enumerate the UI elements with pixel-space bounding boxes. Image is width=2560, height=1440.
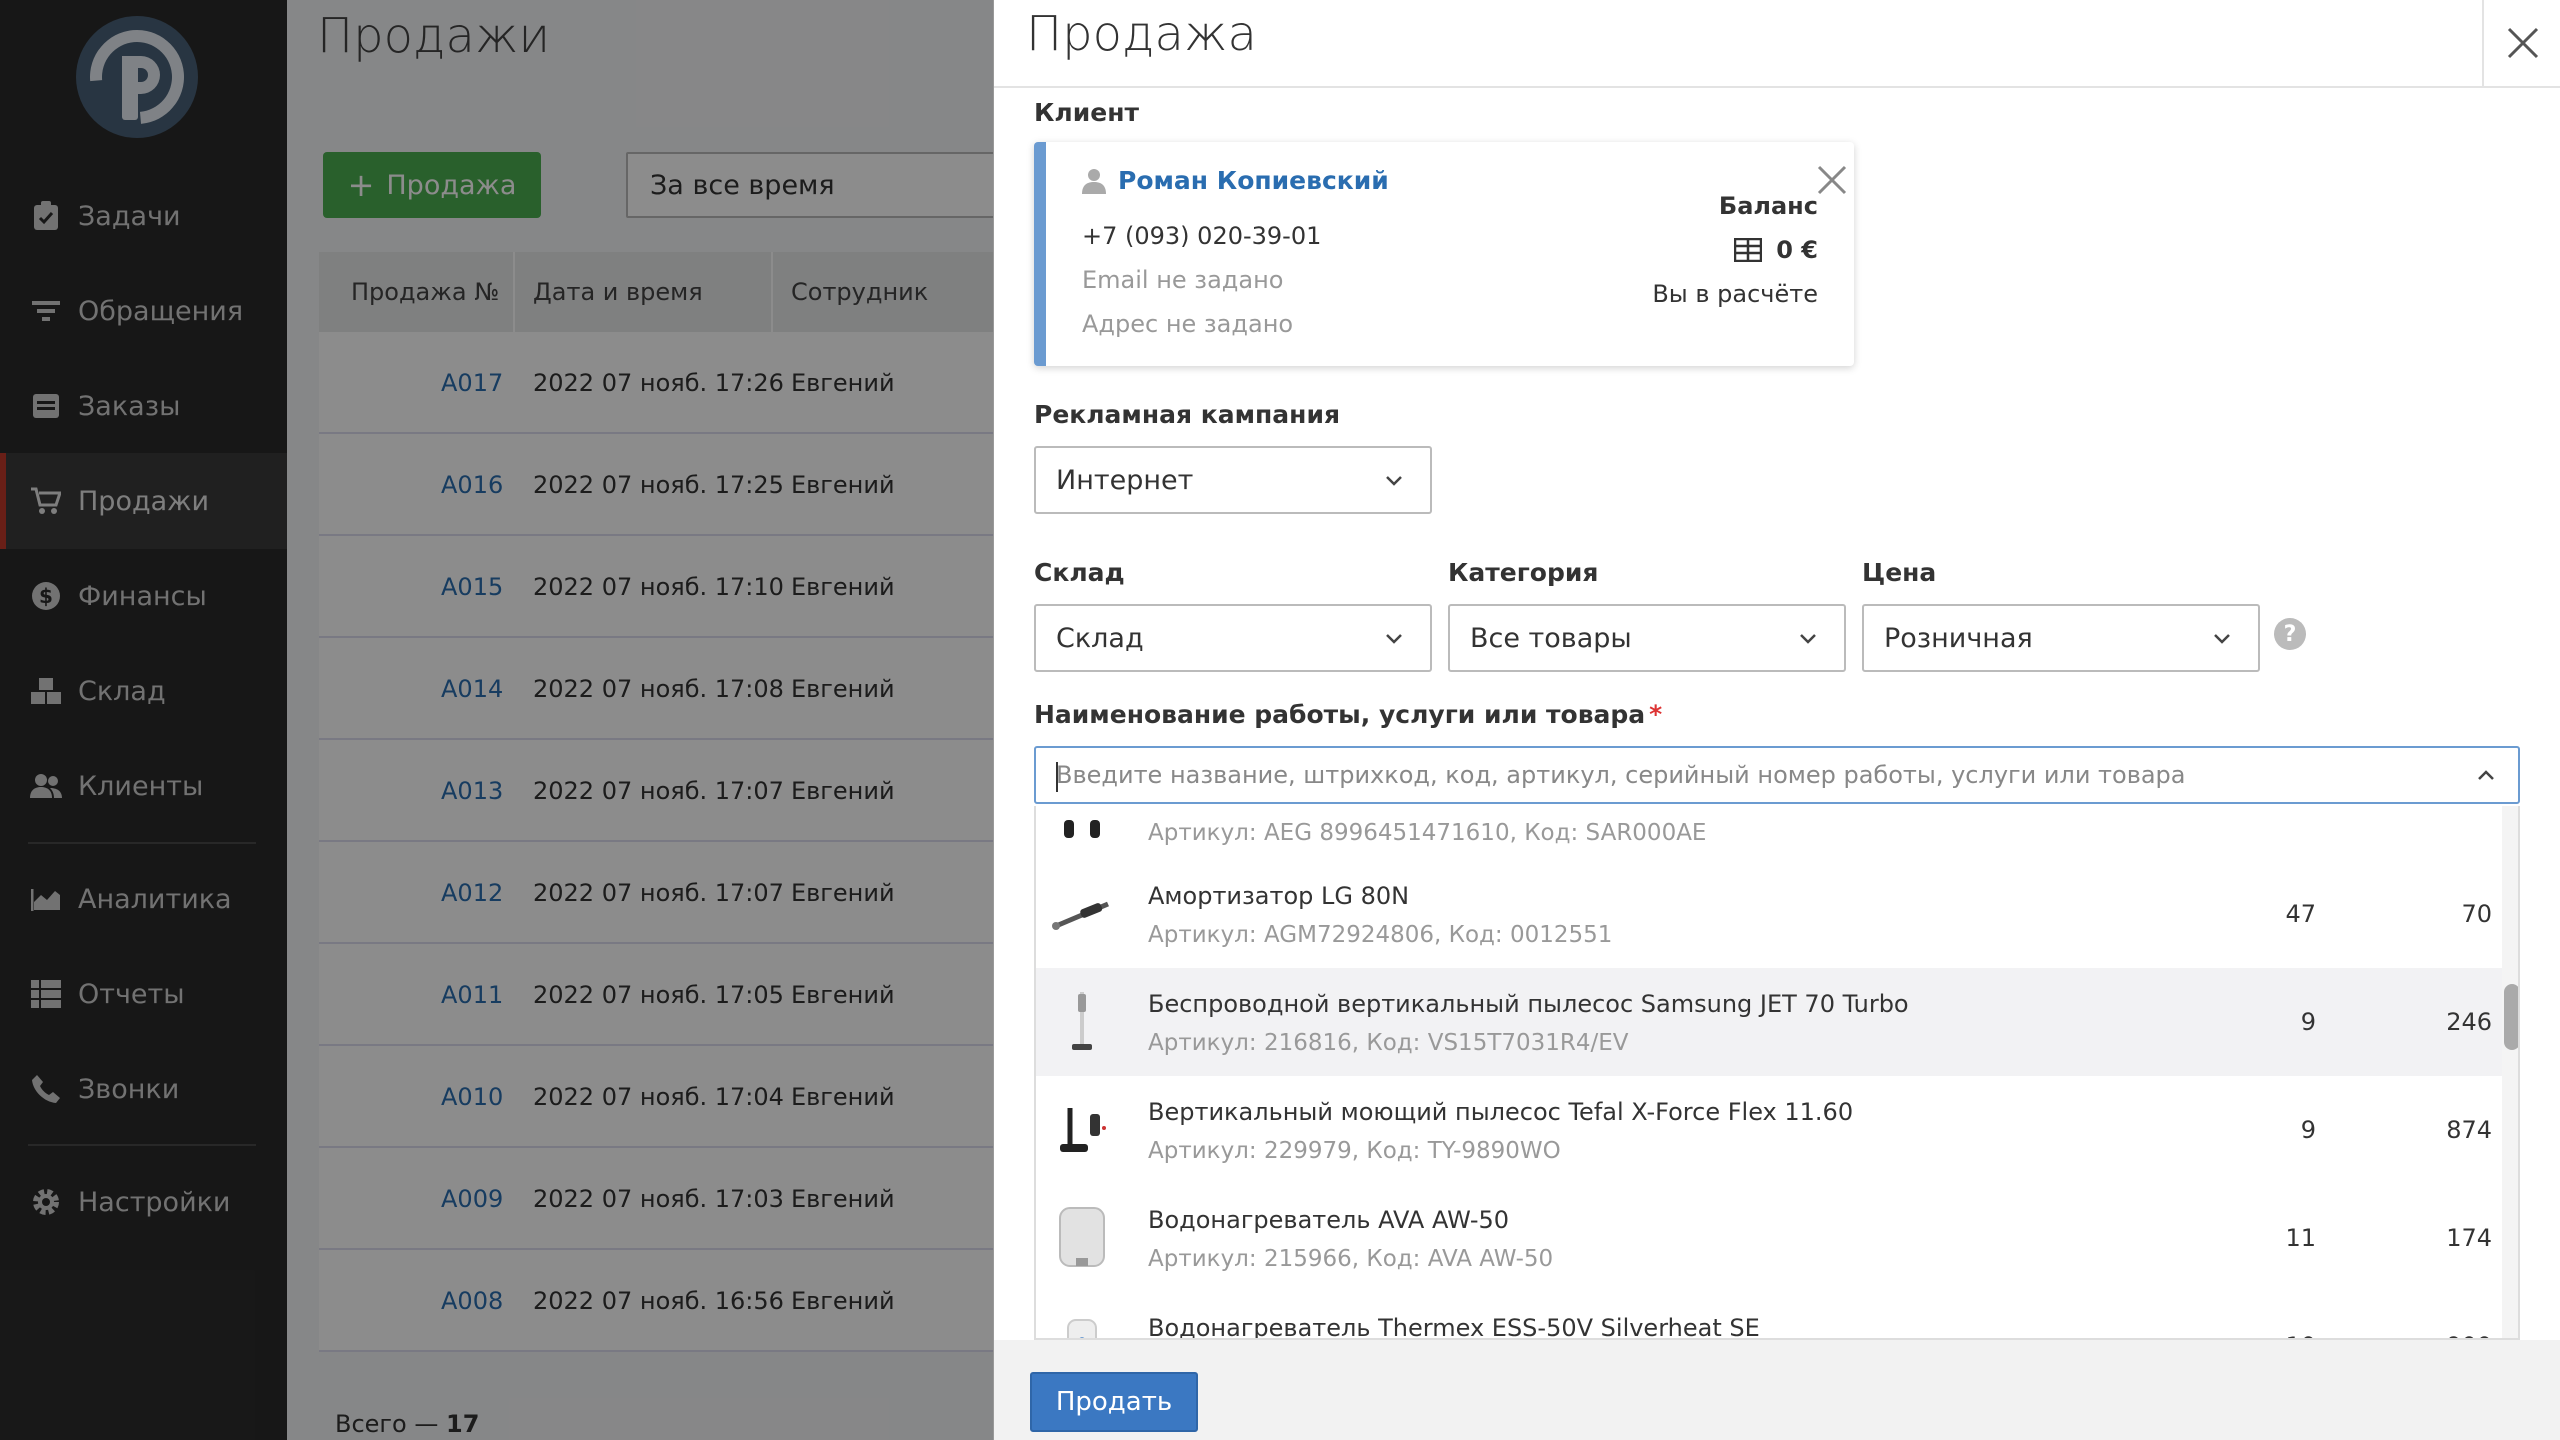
client-phone: +7 (093) 020-39-01 xyxy=(1082,222,1322,250)
client-name-link[interactable]: Роман Копиевский xyxy=(1082,166,1389,195)
chevron-down-icon xyxy=(1386,476,1402,486)
cash-icon xyxy=(1734,238,1763,262)
balance-value: 0 € xyxy=(1646,236,1818,264)
panel-footer: Продать xyxy=(994,1340,2560,1440)
list-item[interactable]: Водонагреватель Thermex ESS-50V Silverhe… xyxy=(1036,1292,2502,1340)
product-price: 174 xyxy=(2446,1224,2492,1252)
product-qty: 9 xyxy=(2300,1116,2316,1144)
close-panel-button[interactable] xyxy=(2482,0,2560,86)
sell-button[interactable]: Продать xyxy=(1030,1372,1198,1432)
dropdown-scrollbar[interactable] xyxy=(2502,806,2518,1338)
list-item[interactable]: Беспроводной вертикальный пылесос Samsun… xyxy=(1036,968,2502,1076)
product-price: 874 xyxy=(2446,1116,2492,1144)
water-heater-icon xyxy=(1050,1314,1114,1338)
user-icon xyxy=(1082,168,1106,194)
list-item[interactable]: Вертикальный моющий пылесос Tefal X-Forc… xyxy=(1036,1076,2502,1184)
category-label: Категория xyxy=(1448,558,1599,587)
help-icon[interactable]: ? xyxy=(2274,618,2306,650)
warehouse-select[interactable]: Склад xyxy=(1034,604,1432,672)
product-label: Наименование работы, услуги или товара * xyxy=(1034,700,1663,729)
modal-backdrop[interactable] xyxy=(0,0,997,1440)
product-price: 900 xyxy=(2336,1332,2492,1338)
product-sku: Артикул: AEG 8996451471610, Код: SAR000A… xyxy=(1148,820,1707,846)
list-item[interactable]: Водонагреватель AVA AW-50 Артикул: 21596… xyxy=(1036,1184,2502,1292)
list-item[interactable]: Артикул: AEG 8996451471610, Код: SAR000A… xyxy=(1036,806,2502,866)
feet-part-icon xyxy=(1050,806,1114,844)
stick-vacuum-icon xyxy=(1050,990,1114,1054)
panel-title: Продажа xyxy=(1026,6,1257,62)
product-sku: Артикул: 215966, Код: AVA AW-50 xyxy=(1148,1246,1554,1272)
product-qty: 11 xyxy=(2285,1224,2316,1252)
product-name: Беспроводной вертикальный пылесос Samsun… xyxy=(1148,990,1909,1018)
product-price: 70 xyxy=(2461,900,2492,928)
water-heater-icon xyxy=(1050,1206,1114,1270)
product-sku: Артикул: 229979, Код: TY-9890WO xyxy=(1148,1138,1561,1164)
price-type-select[interactable]: Розничная xyxy=(1862,604,2260,672)
chevron-up-icon[interactable] xyxy=(2476,766,2496,786)
scrollbar-thumb[interactable] xyxy=(2504,984,2518,1050)
price-label: Цена xyxy=(1862,558,1937,587)
list-item[interactable]: Амортизатор LG 80N Артикул: AGM72924806,… xyxy=(1036,860,2502,968)
campaign-label: Рекламная кампания xyxy=(1034,400,1341,429)
product-price: 246 xyxy=(2446,1008,2492,1036)
product-name: Водонагреватель Thermex ESS-50V Silverhe… xyxy=(1148,1314,1760,1340)
product-name: Водонагреватель AVA AW-50 xyxy=(1148,1206,1510,1234)
product-qty: 10 xyxy=(2196,1332,2316,1338)
client-card: Роман Копиевский +7 (093) 020-39-01 Emai… xyxy=(1034,142,1854,366)
product-dropdown: Артикул: AEG 8996451471610, Код: SAR000A… xyxy=(1034,806,2520,1340)
sale-panel: Продажа Клиент Роман Копиевский +7 (093)… xyxy=(993,0,2560,1440)
category-select[interactable]: Все товары xyxy=(1448,604,1846,672)
product-search-input[interactable]: Введите название, штрихкод, код, артикул… xyxy=(1034,746,2520,804)
client-address: Адрес не задано xyxy=(1082,310,1294,338)
remove-client-icon[interactable] xyxy=(1816,164,1848,196)
product-name: Амортизатор LG 80N xyxy=(1148,882,1410,910)
shock-absorber-icon xyxy=(1050,882,1114,946)
search-placeholder: Введите название, штрихкод, код, артикул… xyxy=(1056,761,2186,789)
wet-vacuum-icon xyxy=(1050,1098,1114,1162)
product-sku: Артикул: 216816, Код: VS15T7031R4/EV xyxy=(1148,1030,1629,1056)
product-qty: 47 xyxy=(2285,900,2316,928)
client-label: Клиент xyxy=(1034,98,1139,127)
balance-note: Вы в расчёте xyxy=(1652,280,1818,308)
chevron-down-icon xyxy=(1386,634,1402,644)
product-name: Вертикальный моющий пылесос Tefal X-Forc… xyxy=(1148,1098,1854,1126)
product-qty: 9 xyxy=(2300,1008,2316,1036)
chevron-down-icon xyxy=(2214,634,2230,644)
chevron-down-icon xyxy=(1800,634,1816,644)
warehouse-label: Склад xyxy=(1034,558,1125,587)
client-email: Email не задано xyxy=(1082,266,1284,294)
close-icon xyxy=(2507,27,2538,59)
product-sku: Артикул: AGM72924806, Код: 0012551 xyxy=(1148,922,1613,948)
balance-title: Баланс xyxy=(1718,192,1818,220)
campaign-select[interactable]: Интернет xyxy=(1034,446,1432,514)
